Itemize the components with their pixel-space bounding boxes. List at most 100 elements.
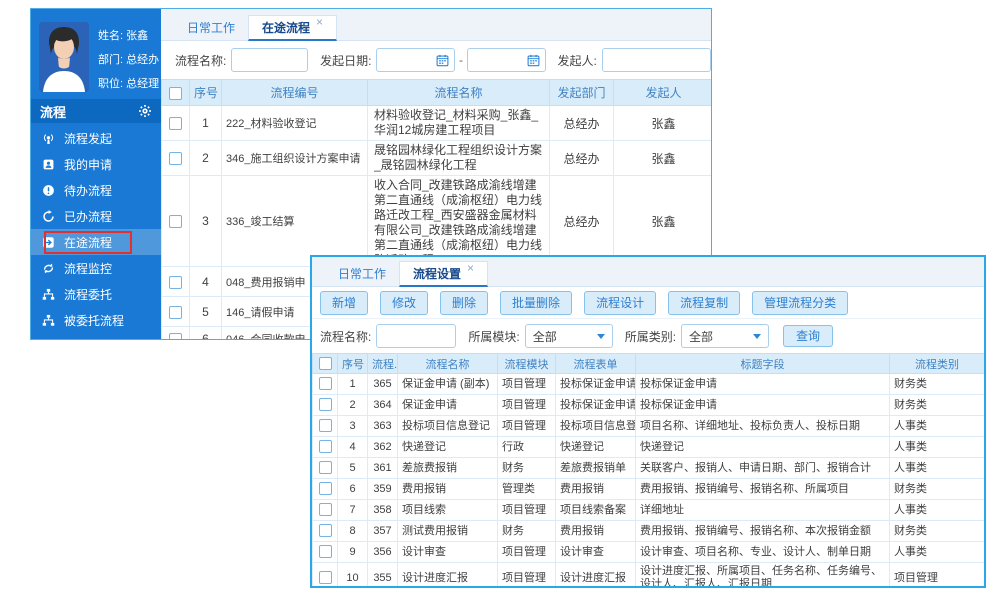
cell-checkbox [313, 521, 338, 542]
cell-category: 人事类 [890, 542, 985, 563]
add-button[interactable]: 新增 [320, 291, 368, 315]
row-checkbox[interactable] [319, 482, 332, 495]
cell-code: 361 [368, 458, 398, 479]
table-row[interactable]: 1222_材料验收登记材料验收登记_材料采购_张鑫_华润12城房建工程项目总经办… [162, 106, 713, 141]
process-design-button[interactable]: 流程设计 [584, 291, 656, 315]
close-icon[interactable]: × [316, 17, 323, 27]
module-select[interactable]: 全部 [525, 324, 613, 348]
select-all-checkbox[interactable] [319, 357, 332, 370]
process-name-input[interactable] [231, 48, 308, 72]
table-row[interactable]: 7358项目线索项目管理项目线索备案详细地址人事类 [313, 500, 985, 521]
table-row[interactable]: 3363投标项目信息登记项目管理投标项目信息登记项目名称、详细地址、投标负责人、… [313, 416, 985, 437]
table-row[interactable]: 5361差旅费报销财务差旅费报销单关联客户、报销人、申请日期、部门、报销合计人事… [313, 458, 985, 479]
row-checkbox[interactable] [319, 377, 332, 390]
sidebar-item-process-delegation[interactable]: 流程委托 [31, 281, 161, 307]
calendar-icon[interactable] [436, 54, 449, 67]
cell-no: 1 [190, 106, 222, 141]
window2-filter-bar: 流程名称: 所属模块: 全部 所属类别: 全部 查询 [312, 319, 984, 353]
cell-checkbox [162, 267, 190, 297]
gear-icon[interactable] [138, 104, 152, 118]
category-select[interactable]: 全部 [681, 324, 769, 348]
row-checkbox[interactable] [169, 276, 182, 289]
cell-form: 费用报销 [556, 521, 636, 542]
cell-name: 测试费用报销 [398, 521, 498, 542]
cell-name: 保证金申请 [398, 395, 498, 416]
manage-process-category-button[interactable]: 管理流程分类 [752, 291, 848, 315]
table-row[interactable]: 4362快递登记行政快递登记快递登记人事类 [313, 437, 985, 458]
sidebar-item-my-applications[interactable]: 我的申请 [31, 151, 161, 177]
tab-in-transit-processes[interactable]: 在途流程 × [248, 15, 337, 41]
row-checkbox[interactable] [319, 419, 332, 432]
cell-title_fields: 费用报销、报销编号、报销名称、所属项目 [636, 479, 890, 500]
table-row[interactable]: 2364保证金申请项目管理投标保证金申请投标保证金申请财务类 [313, 395, 985, 416]
category-select-value: 全部 [689, 328, 713, 345]
query-button[interactable]: 查询 [783, 325, 833, 347]
select-all-checkbox[interactable] [169, 87, 182, 100]
column-header: 序号 [338, 354, 368, 374]
process-name-label: 流程名称: [320, 328, 371, 345]
calendar-icon[interactable] [527, 54, 540, 67]
table-row[interactable]: 2346_施工组织设计方案申请晟铭园林绿化工程组织设计方案_晟铭园林绿化工程总经… [162, 141, 713, 176]
cell-title_fields: 项目名称、详细地址、投标负责人、投标日期 [636, 416, 890, 437]
cell-checkbox [162, 106, 190, 141]
transit-icon [42, 236, 55, 249]
cell-module: 项目管理 [498, 542, 556, 563]
row-checkbox[interactable] [169, 333, 182, 340]
row-checkbox[interactable] [319, 398, 332, 411]
tab-process-settings[interactable]: 流程设置 × [399, 261, 488, 287]
row-checkbox[interactable] [319, 440, 332, 453]
cell-title_fields: 投标保证金申请 [636, 395, 890, 416]
cell-code: 362 [368, 437, 398, 458]
table-row[interactable]: 8357测试费用报销财务费用报销费用报销、报销编号、报销名称、本次报销金额财务类 [313, 521, 985, 542]
table-row[interactable]: 6359费用报销管理类费用报销费用报销、报销编号、报销名称、所属项目财务类 [313, 479, 985, 500]
table-row[interactable]: 1365保证金申请 (副本)项目管理投标保证金申请投标保证金申请财务类 [313, 374, 985, 395]
initiator-label: 发起人: [558, 52, 597, 69]
column-header: 流程名称 [368, 80, 550, 106]
row-checkbox[interactable] [169, 152, 182, 165]
cell-checkbox [313, 437, 338, 458]
sidebar-item-in-transit-processes[interactable]: 在途流程 [31, 229, 161, 255]
row-checkbox[interactable] [319, 524, 332, 537]
process-name-input[interactable] [376, 324, 456, 348]
table-row[interactable]: 9356设计审查项目管理设计审查设计审查、项目名称、专业、设计人、制单日期人事类 [313, 542, 985, 563]
table-row[interactable]: 3336_竣工结算收入合同_改建铁路成渝线增建第二直通线（成渝枢纽）电力线路迁改… [162, 176, 713, 267]
cell-checkbox [162, 176, 190, 267]
sidebar-item-delegated-processes[interactable]: 被委托流程 [31, 307, 161, 333]
table-row[interactable]: 10355设计进度汇报项目管理设计进度汇报设计进度汇报、所属项目、任务名称、任务… [313, 563, 985, 589]
cell-title_fields: 费用报销、报销编号、报销名称、本次报销金额 [636, 521, 890, 542]
cell-no: 10 [338, 563, 368, 589]
sidebar-item-todo-processes[interactable]: 待办流程 [31, 177, 161, 203]
cell-checkbox [313, 395, 338, 416]
batch-delete-button[interactable]: 批量删除 [500, 291, 572, 315]
column-header: 序号 [190, 80, 222, 106]
cell-name: 快递登记 [398, 437, 498, 458]
sidebar-item-label: 流程发起 [64, 130, 112, 147]
sidebar-item-process-monitor[interactable]: 流程监控 [31, 255, 161, 281]
row-checkbox[interactable] [319, 571, 332, 584]
row-checkbox[interactable] [169, 215, 182, 228]
cell-no: 2 [338, 395, 368, 416]
row-checkbox[interactable] [319, 545, 332, 558]
delete-button[interactable]: 删除 [440, 291, 488, 315]
row-checkbox[interactable] [319, 461, 332, 474]
row-checkbox[interactable] [319, 503, 332, 516]
sitemap-icon [42, 314, 55, 327]
row-checkbox[interactable] [169, 306, 182, 319]
tab-daily-work[interactable]: 日常工作 [174, 14, 248, 40]
edit-button[interactable]: 修改 [380, 291, 428, 315]
process-copy-button[interactable]: 流程复制 [668, 291, 740, 315]
profile-name: 姓名: 张鑫 [98, 24, 159, 48]
process-settings-table: 序号 流程... 流程名称 流程模块 流程表单 标题字段 流程类别 1365保证… [312, 353, 985, 588]
row-checkbox[interactable] [169, 117, 182, 130]
window1-filter-bar: 流程名称: 发起日期: - 发起人: [161, 41, 711, 79]
sidebar-item-process-initiate[interactable]: 流程发起 [31, 125, 161, 151]
cell-category: 财务类 [890, 521, 985, 542]
tab-daily-work[interactable]: 日常工作 [325, 260, 399, 286]
start-date-to-input[interactable] [467, 48, 546, 72]
initiator-input[interactable] [602, 48, 711, 72]
cell-no: 2 [190, 141, 222, 176]
close-icon[interactable]: × [467, 263, 474, 273]
start-date-from-input[interactable] [376, 48, 455, 72]
cell-code: 346_施工组织设计方案申请 [222, 141, 368, 176]
sidebar-item-done-processes[interactable]: 已办流程 [31, 203, 161, 229]
